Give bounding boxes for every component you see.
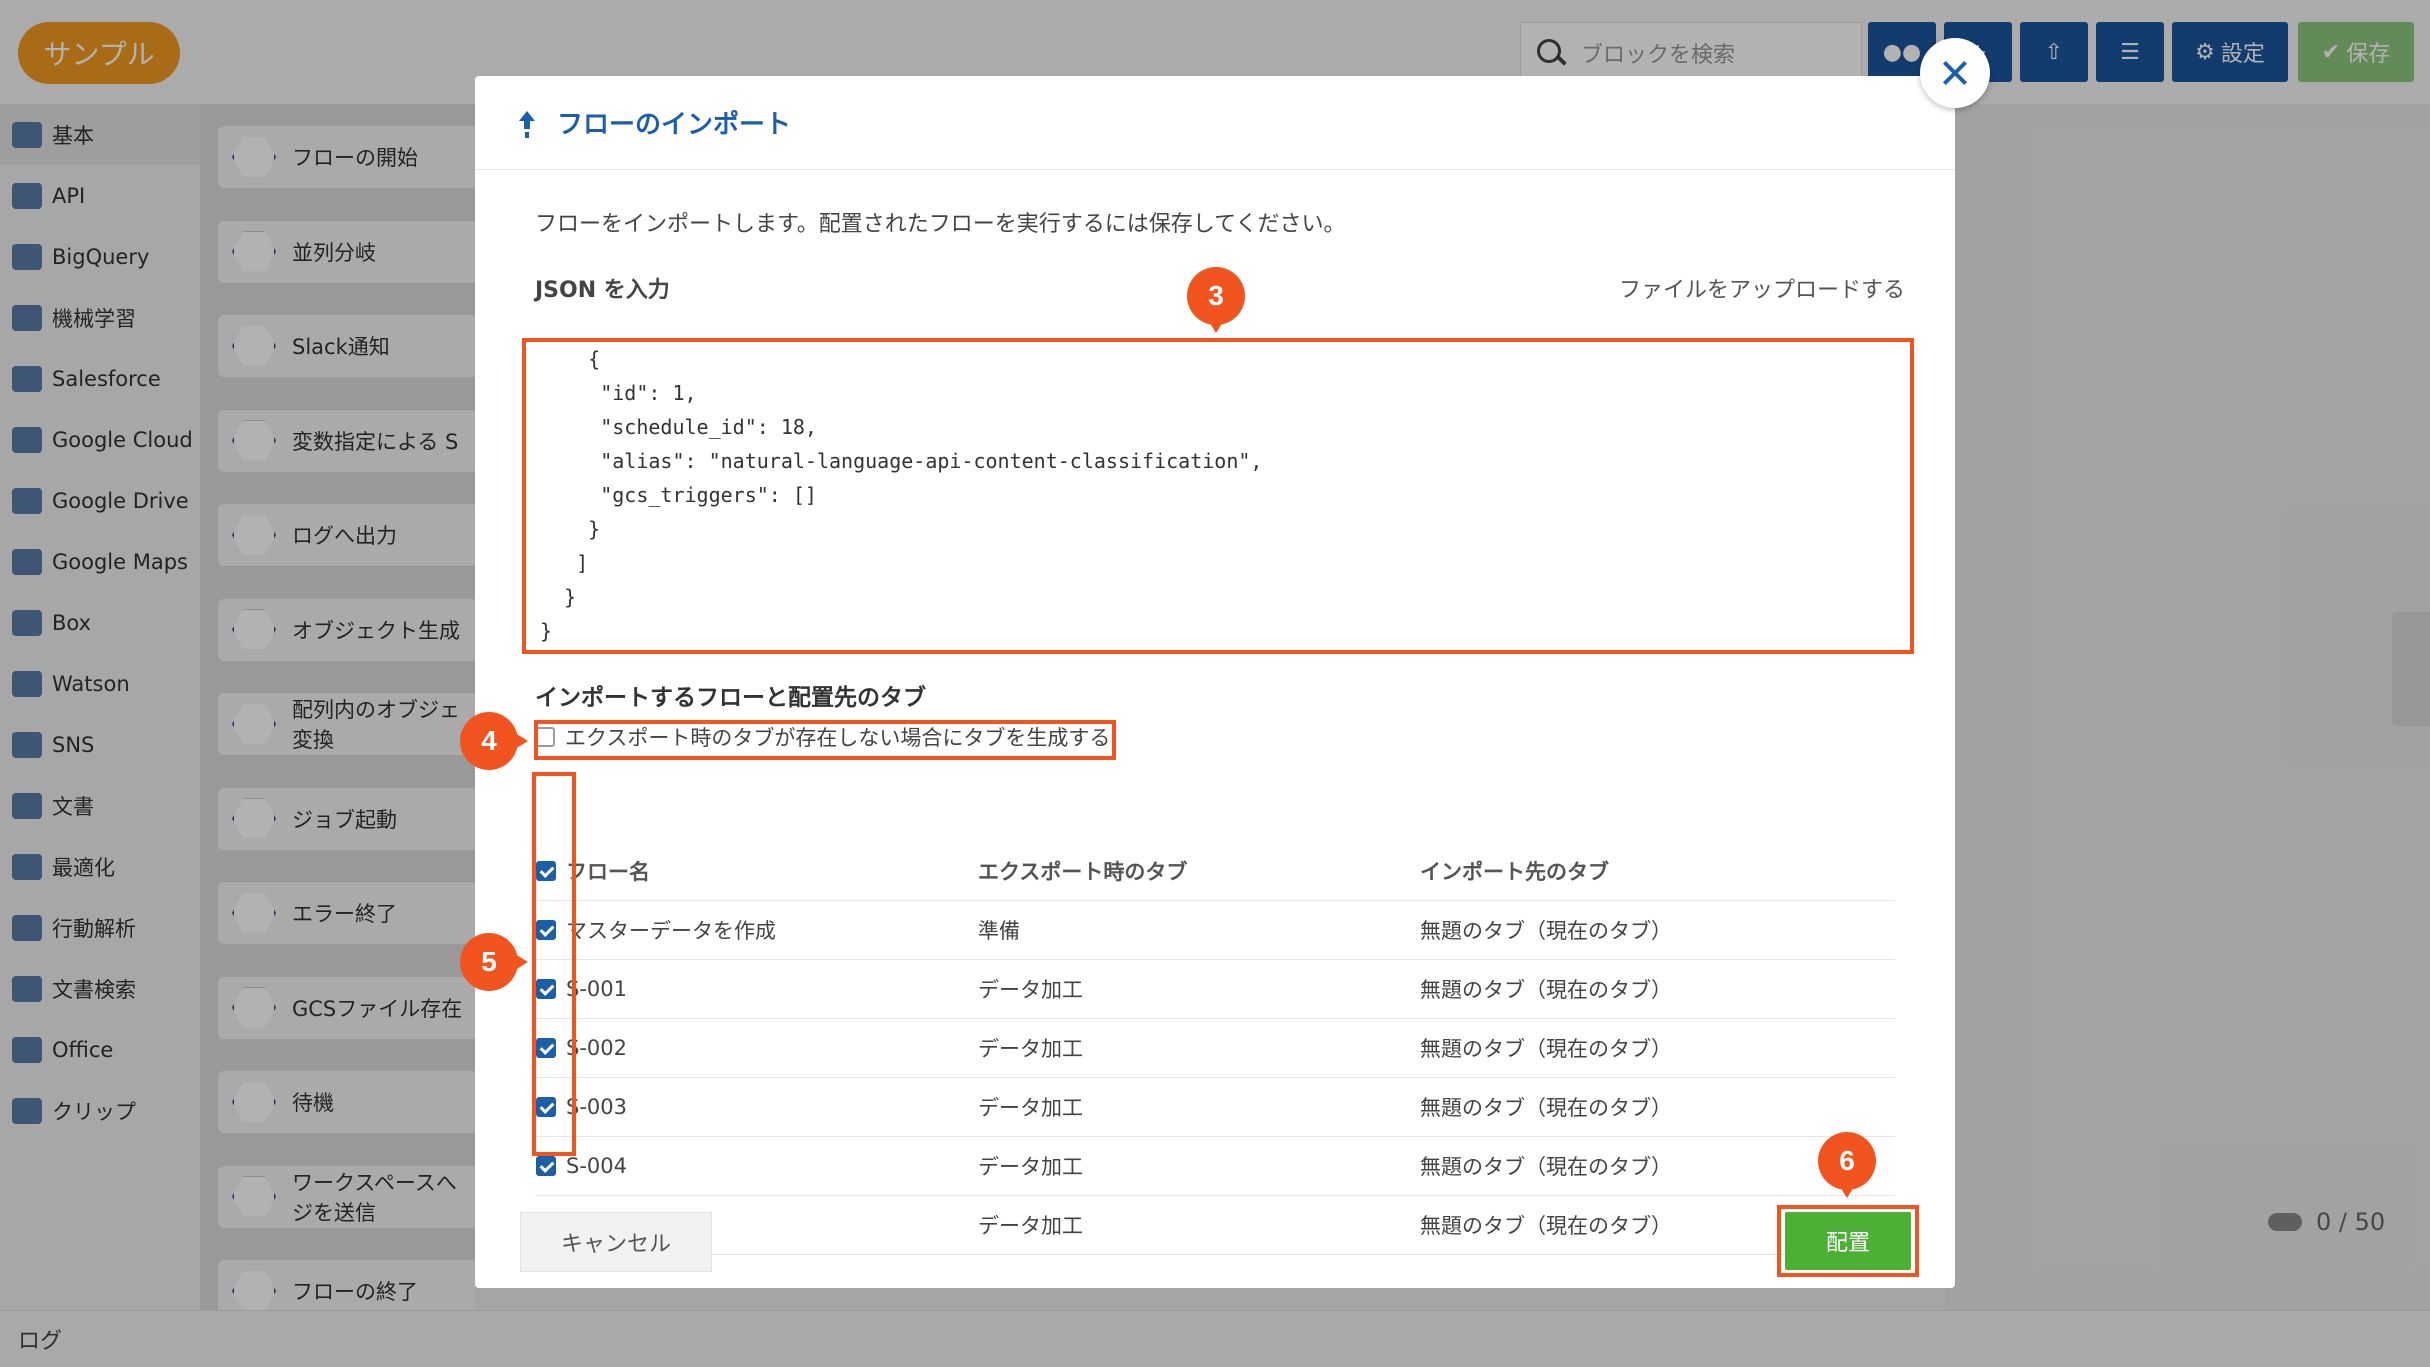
table-row[interactable]: S-004 データ加工 無題のタブ（現在のタブ） — [535, 1136, 1895, 1196]
cell-export-tab: データ加工 — [977, 1195, 1419, 1255]
json-input-label: JSON を入力 — [535, 278, 670, 303]
flow-name: S-004 — [566, 1154, 627, 1178]
cancel-button[interactable]: キャンセル — [520, 1212, 712, 1272]
cell-flow-name: マスターデータを作成 — [535, 900, 977, 960]
annotation-badge-3: 3 — [1187, 267, 1245, 333]
annotation-badge-5: 5 — [460, 933, 528, 991]
column-label: フロー名 — [566, 860, 650, 884]
cell-export-tab: データ加工 — [977, 1018, 1419, 1078]
cell-flow-name: S-001 — [535, 959, 977, 1019]
modal-title: フローのインポート — [557, 110, 792, 140]
table-row[interactable]: S-005データ加工無題のタブ（現在のタブ） — [535, 1195, 1895, 1255]
flows-table: フロー名 エクスポート時のタブ インポート先のタブ マスターデータを作成 準備 無題… — [535, 842, 1895, 1262]
upload-file-link[interactable]: ファイルをアップロードする — [1619, 272, 1905, 304]
flows-section-label: インポートするフローと配置先のタブ — [535, 685, 926, 711]
cell-flow-name: S-004 — [535, 1136, 977, 1196]
column-import-tab: インポート先のタブ — [1419, 842, 1895, 901]
cell-import-tab[interactable]: 無題のタブ（現在のタブ） — [1419, 1018, 1895, 1078]
cell-export-tab: データ加工 — [977, 1136, 1419, 1196]
cell-export-tab: データ加工 — [977, 1077, 1419, 1137]
annotation-badge-6: 6 — [1818, 1132, 1876, 1198]
annotation-badge-4: 4 — [460, 712, 528, 770]
cell-import-tab[interactable]: 無題のタブ（現在のタブ） — [1419, 1077, 1895, 1137]
flow-checkbox[interactable] — [536, 1156, 556, 1176]
close-button[interactable] — [1920, 38, 1990, 108]
table-row[interactable]: S-001 データ加工 無題のタブ（現在のタブ） — [535, 959, 1895, 1019]
cell-export-tab: データ加工 — [977, 1254, 1419, 1262]
upload-icon — [515, 110, 539, 135]
cell-export-tab: データ加工 — [977, 959, 1419, 1019]
table-row[interactable]: S-002 データ加工 無題のタブ（現在のタブ） — [535, 1018, 1895, 1078]
column-export-tab: エクスポート時のタブ — [977, 842, 1419, 901]
table-header-row: フロー名 エクスポート時のタブ インポート先のタブ — [535, 842, 1895, 901]
modal-description: フローをインポートします。配置されたフローを実行するには保存してください。 — [535, 212, 1346, 237]
flow-name: マスターデータを作成 — [566, 919, 776, 943]
highlight-json-input — [522, 338, 1914, 654]
table-row[interactable]: S-006データ加工無題のタブ（現在のタブ） — [535, 1254, 1895, 1262]
highlight-flow-checkboxes — [532, 772, 576, 1156]
cell-flow-name: S-003 — [535, 1077, 977, 1137]
flows-table-container[interactable]: フロー名 エクスポート時のタブ インポート先のタブ マスターデータを作成 準備 無題… — [535, 842, 1905, 1262]
highlight-generate-tabs — [534, 720, 1116, 760]
cell-flow-name: S-002 — [535, 1018, 977, 1078]
cell-export-tab: 準備 — [977, 900, 1419, 960]
cell-import-tab[interactable]: 無題のタブ（現在のタブ） — [1419, 900, 1895, 960]
close-icon — [1940, 58, 1970, 88]
cell-import-tab[interactable]: 無題のタブ（現在のタブ） — [1419, 959, 1895, 1019]
column-flow-name: フロー名 — [535, 842, 977, 901]
table-row[interactable]: マスターデータを作成 準備 無題のタブ（現在のタブ） — [535, 900, 1895, 960]
modal-header: フローのインポート — [475, 76, 1955, 170]
highlight-place-button — [1777, 1205, 1919, 1277]
import-flow-modal: フローのインポート フローをインポートします。配置されたフローを実行するには保存… — [475, 38, 1990, 1288]
table-row[interactable]: S-003 データ加工 無題のタブ（現在のタブ） — [535, 1077, 1895, 1137]
